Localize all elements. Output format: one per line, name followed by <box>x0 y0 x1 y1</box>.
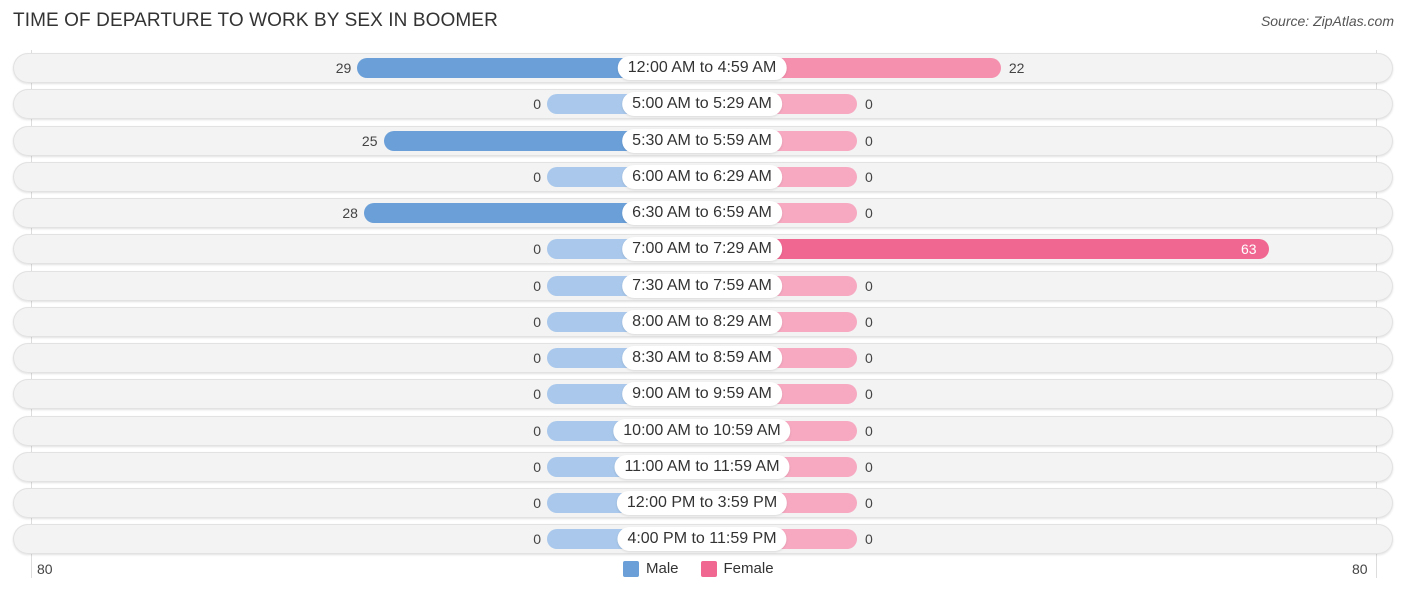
category-label: 8:30 AM to 8:59 AM <box>622 346 782 370</box>
category-label: 12:00 PM to 3:59 PM <box>616 491 788 515</box>
legend-item-male[interactable]: Male <box>623 560 679 577</box>
male-value-label: 0 <box>533 422 541 439</box>
male-value-label: 0 <box>533 458 541 475</box>
category-label: 7:30 AM to 7:59 AM <box>622 273 782 298</box>
female-value-label: 0 <box>865 96 873 113</box>
category-label: 9:00 AM to 9:59 AM <box>622 382 782 407</box>
male-value-label: 0 <box>533 168 541 185</box>
male-value-label: 0 <box>533 241 541 258</box>
female-bar[interactable] <box>702 239 1270 260</box>
male-value-label: 0 <box>533 313 541 330</box>
female-value-label: 0 <box>865 495 873 511</box>
female-value-label: 0 <box>865 205 873 221</box>
source-label: Source: ZipAtlas.com <box>1260 13 1394 29</box>
category-label: 6:00 AM to 6:29 AM <box>622 164 782 189</box>
legend: Male Female <box>623 560 796 577</box>
legend-item-female[interactable]: Female <box>700 560 774 577</box>
female-value-label: 0 <box>865 168 873 185</box>
male-value-label: 0 <box>533 495 541 511</box>
female-value-label: 0 <box>865 277 873 294</box>
right-axis-tick: 80 <box>1352 561 1368 577</box>
category-label: 12:00 AM to 4:59 AM <box>617 56 787 80</box>
female-value-label: 0 <box>865 132 873 149</box>
chart-title: TIME OF DEPARTURE TO WORK BY SEX IN BOOM… <box>13 10 498 31</box>
male-value-label: 0 <box>533 96 541 113</box>
female-value-label: 0 <box>865 422 873 439</box>
female-value-label: 0 <box>865 458 873 475</box>
legend-swatch-male <box>623 560 639 577</box>
category-label: 10:00 AM to 10:59 AM <box>613 418 791 443</box>
category-label: 5:00 AM to 5:29 AM <box>622 92 782 117</box>
category-label: 8:00 AM to 8:29 AM <box>622 309 782 334</box>
left-axis-tick: 80 <box>37 561 53 577</box>
legend-label-male: Male <box>646 560 679 577</box>
female-value-label: 63 <box>1241 241 1257 258</box>
male-value-label: 29 <box>335 60 352 76</box>
male-value-label: 0 <box>533 386 541 403</box>
male-value-label: 25 <box>361 132 378 149</box>
male-value-label: 0 <box>533 350 541 366</box>
male-value-label: 0 <box>533 277 541 294</box>
category-label: 5:30 AM to 5:59 AM <box>622 128 782 153</box>
female-value-label: 22 <box>1008 60 1025 76</box>
category-label: 7:00 AM to 7:29 AM <box>622 237 782 262</box>
female-value-label: 0 <box>865 531 873 548</box>
male-value-label: 28 <box>342 205 358 221</box>
female-value-label: 0 <box>865 350 873 366</box>
category-label: 4:00 PM to 11:59 PM <box>617 527 787 552</box>
legend-label-female: Female <box>723 560 774 577</box>
female-value-label: 0 <box>865 386 873 403</box>
male-value-label: 0 <box>533 531 541 548</box>
female-value-label: 0 <box>865 313 873 330</box>
category-label: 6:30 AM to 6:59 AM <box>622 201 782 225</box>
legend-swatch-female <box>700 560 717 577</box>
category-label: 11:00 AM to 11:59 AM <box>614 454 790 479</box>
